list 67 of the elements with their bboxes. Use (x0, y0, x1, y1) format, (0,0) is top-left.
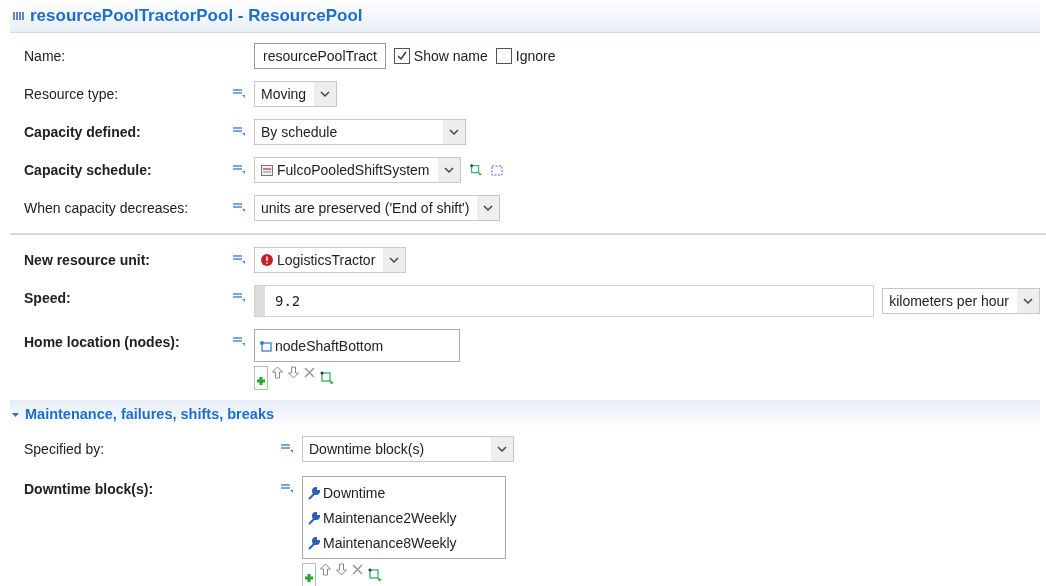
dynamic-value-icon[interactable] (232, 201, 246, 213)
field-label: Home location (nodes): (24, 333, 181, 352)
field-label: Speed: (24, 289, 72, 308)
caret-icon (491, 437, 513, 461)
checkbox[interactable] (495, 48, 512, 64)
caret-icon (477, 196, 500, 220)
schedule-icon (261, 164, 273, 176)
field-label: Specified by: (24, 440, 106, 459)
section-header[interactable]: Maintenance, failures, shifts, breaks (10, 400, 1040, 428)
dynamic-value-icon[interactable] (232, 335, 246, 347)
caret-icon (443, 120, 465, 144)
dynamic-value-icon[interactable] (232, 87, 246, 99)
field-label: Capacity schedule: (24, 161, 153, 180)
add-button[interactable] (302, 563, 316, 586)
dynamic-value-icon[interactable] (232, 253, 246, 265)
dropdown[interactable]: units are preserved ('End of shift') (254, 195, 501, 221)
dropdown[interactable]: By schedule (254, 119, 466, 145)
caret-icon (1017, 289, 1039, 313)
dropdown[interactable]: LogisticsTractor (254, 247, 407, 273)
move-up-icon[interactable] (319, 563, 332, 576)
checkbox[interactable] (393, 48, 410, 64)
wrench-icon (307, 510, 321, 525)
field-label: Resource type: (24, 85, 120, 104)
name-field[interactable]: resourcePoolTract (254, 43, 386, 69)
field-label: New resource unit: (24, 251, 152, 270)
remove-icon[interactable] (303, 366, 316, 379)
dynamic-value-icon[interactable] (232, 163, 246, 175)
caret-icon (437, 158, 460, 182)
dynamic-value-icon[interactable] (232, 291, 246, 303)
wrench-icon (307, 485, 321, 500)
collapse-icon[interactable] (12, 410, 19, 418)
list-item[interactable]: Maintenance2Weekly (307, 505, 501, 530)
select-on-canvas-icon[interactable] (367, 567, 383, 583)
dropdown[interactable]: Moving (254, 81, 338, 107)
panel-title: resourcePoolTractorPool - ResourcePool (30, 6, 363, 26)
dropdown[interactable]: FulcoPooledShiftSystem (254, 157, 461, 183)
field-label: Name: (24, 47, 67, 66)
frame-icon[interactable] (490, 164, 503, 176)
dynamic-value-icon[interactable] (280, 482, 294, 494)
dynamic-value-icon[interactable] (280, 442, 294, 454)
dropdown[interactable]: Downtime block(s) (302, 436, 514, 462)
dynamic-value-icon[interactable] (232, 125, 246, 137)
select-on-canvas-icon[interactable] (468, 163, 483, 177)
checkbox-label[interactable]: Ignore (495, 48, 556, 64)
move-down-icon[interactable] (287, 366, 300, 379)
field-label: When capacity decreases: (24, 199, 190, 218)
node-icon (259, 338, 273, 353)
list-item[interactable]: Downtime (307, 480, 501, 505)
remove-icon[interactable] (351, 563, 364, 576)
field-label: Capacity defined: (24, 123, 142, 142)
checkbox-label[interactable]: Show name (393, 48, 488, 64)
caret-icon (383, 248, 406, 272)
field-label: Downtime block(s): (24, 480, 155, 499)
list-item[interactable]: Maintenance8Weekly (307, 530, 501, 555)
list-box[interactable]: Downtime Maintenance2Weekly Maintenance8Weekly (302, 476, 506, 559)
unit-dropdown[interactable]: kilometers per hour (882, 288, 1040, 314)
move-down-icon[interactable] (335, 563, 348, 576)
wrench-icon (307, 535, 321, 550)
move-up-icon[interactable] (271, 366, 284, 379)
speed-field[interactable]: 9.2 (254, 285, 875, 317)
resource-pool-icon (12, 11, 24, 21)
caret-icon (314, 82, 337, 106)
add-button[interactable] (254, 366, 268, 390)
plus-icon (304, 573, 314, 583)
plus-icon (256, 376, 266, 386)
select-on-canvas-icon[interactable] (319, 370, 335, 386)
error-icon (261, 254, 273, 266)
